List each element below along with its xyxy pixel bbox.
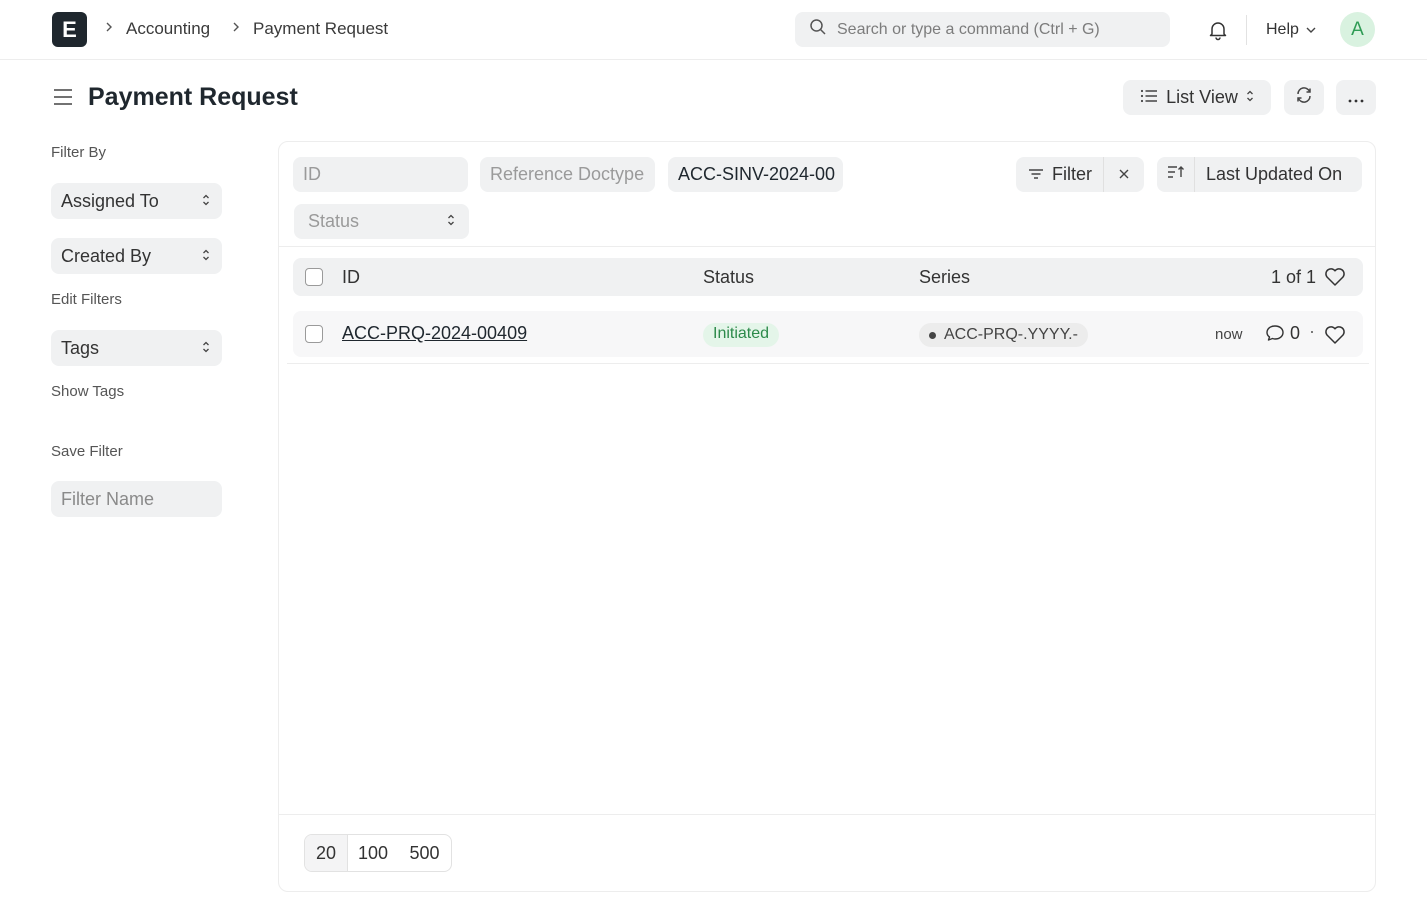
series-value: ACC-PRQ-.YYYY.- xyxy=(944,326,1078,343)
filter-by-label: Filter By xyxy=(51,144,107,161)
page-title: Payment Request xyxy=(88,83,298,111)
select-arrows-icon xyxy=(202,246,210,267)
sort-by-button[interactable]: Last Updated On xyxy=(1195,164,1342,185)
series-pill: ACC-PRQ-.YYYY.- xyxy=(919,323,1088,347)
comment-count: 0 xyxy=(1290,323,1301,343)
column-header-series: Series xyxy=(919,267,971,287)
page-size-selector: 20 100 500 xyxy=(304,834,452,872)
like-heart-icon[interactable] xyxy=(1324,325,1346,350)
status-badge: Initiated xyxy=(703,323,780,347)
notification-bell-icon[interactable] xyxy=(1206,18,1230,42)
select-all-checkbox[interactable] xyxy=(305,268,323,286)
reference-doctype-filter-input[interactable] xyxy=(480,157,655,192)
divider xyxy=(279,814,1375,815)
select-arrows-icon xyxy=(447,211,455,232)
sort-order-button[interactable] xyxy=(1157,157,1195,192)
help-dropdown[interactable]: Help xyxy=(1266,21,1317,39)
row-id-link[interactable]: ACC-PRQ-2024-00409 xyxy=(342,323,527,344)
status-filter-label: Status xyxy=(308,211,360,231)
column-header-id: ID xyxy=(342,267,360,287)
filter-group: Filter xyxy=(1016,157,1144,192)
save-filter-label: Save Filter xyxy=(51,443,123,460)
search-input[interactable] xyxy=(837,20,1157,39)
sort-group: Last Updated On xyxy=(1157,157,1362,192)
dot-icon xyxy=(929,331,936,339)
chevron-right-icon xyxy=(231,20,241,36)
liked-filter-heart-icon[interactable] xyxy=(1324,267,1346,292)
list-icon xyxy=(1140,87,1158,108)
help-label: Help xyxy=(1266,21,1299,38)
assigned-to-label: Assigned To xyxy=(61,190,159,211)
separator-dot: · xyxy=(1309,321,1315,341)
status-filter-select[interactable]: Status xyxy=(294,204,469,239)
show-tags-link[interactable]: Show Tags xyxy=(51,383,124,400)
app-logo[interactable]: E xyxy=(52,12,87,47)
sidebar-toggle-icon[interactable] xyxy=(52,86,74,108)
list-header: ID Status Series 1 of 1 xyxy=(293,258,1363,296)
table-row[interactable]: ACC-PRQ-2024-00409 Initiated ACC-PRQ-.YY… xyxy=(293,311,1363,357)
page-size-20-button[interactable]: 20 xyxy=(305,835,348,871)
page-size-100-button[interactable]: 100 xyxy=(348,835,398,871)
list-count: 1 of 1 xyxy=(1271,267,1317,287)
modified-time: now xyxy=(1215,326,1243,343)
search-icon xyxy=(809,18,827,41)
list-view-label: List View xyxy=(1166,87,1238,107)
select-arrows-icon xyxy=(202,338,210,359)
refresh-icon xyxy=(1295,86,1313,109)
breadcrumb-accounting[interactable]: Accounting xyxy=(126,19,210,39)
tags-select[interactable]: Tags xyxy=(51,330,222,366)
sort-ascending-icon xyxy=(1167,165,1185,184)
tags-label: Tags xyxy=(61,337,100,358)
comment-icon[interactable] xyxy=(1265,324,1285,347)
filter-label: Filter xyxy=(1052,164,1092,184)
reference-name-filter-input[interactable] xyxy=(668,157,843,192)
row-checkbox[interactable] xyxy=(305,325,323,343)
created-by-label: Created By xyxy=(61,245,152,266)
id-filter-input[interactable] xyxy=(293,157,468,192)
list-card: Status Filter Last Updated On ID xyxy=(278,141,1376,892)
more-actions-button[interactable] xyxy=(1336,80,1376,115)
page-size-500-button[interactable]: 500 xyxy=(398,835,451,871)
divider xyxy=(279,246,1375,247)
row-divider xyxy=(287,363,1369,364)
select-arrows-icon xyxy=(202,191,210,212)
clear-filters-button[interactable] xyxy=(1104,157,1144,192)
navbar: E Accounting Payment Request Help A xyxy=(0,0,1427,60)
select-arrows-icon xyxy=(1246,87,1254,108)
breadcrumb-payment-request[interactable]: Payment Request xyxy=(253,19,388,39)
assigned-to-select[interactable]: Assigned To xyxy=(51,183,222,219)
search-bar[interactable] xyxy=(795,12,1170,47)
more-horizontal-icon xyxy=(1348,87,1364,108)
refresh-button[interactable] xyxy=(1284,80,1324,115)
filter-button[interactable]: Filter xyxy=(1016,157,1104,192)
edit-filters-link[interactable]: Edit Filters xyxy=(51,291,122,308)
close-icon xyxy=(1118,164,1130,185)
list-view-button[interactable]: List View xyxy=(1123,80,1271,115)
chevron-down-icon xyxy=(1305,21,1317,39)
user-avatar[interactable]: A xyxy=(1340,12,1375,47)
created-by-select[interactable]: Created By xyxy=(51,238,222,274)
chevron-right-icon xyxy=(104,20,114,36)
navbar-divider xyxy=(1246,15,1247,45)
column-header-status: Status xyxy=(703,267,755,287)
filter-name-input[interactable] xyxy=(51,481,222,517)
filter-lines-icon xyxy=(1028,164,1044,185)
